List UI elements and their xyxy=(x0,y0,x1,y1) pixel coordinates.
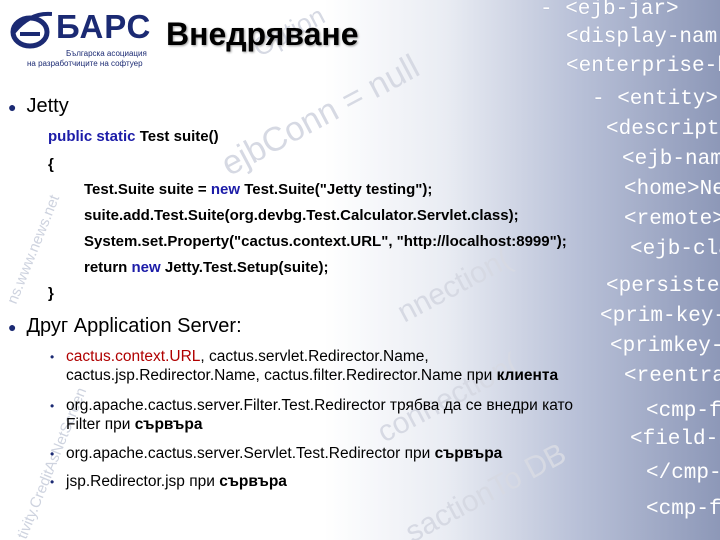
sub-text: jsp.Redirector.jsp xyxy=(66,473,185,490)
code-line: Test.Suite suite = new Test.Suite("Jetty… xyxy=(84,181,432,198)
bars-logo: БАРС Българска асоциация на разработчици… xyxy=(8,6,153,68)
bars-logo-icon xyxy=(10,11,52,49)
watermark-tag: <description xyxy=(606,118,720,141)
watermark-tag: - <entity> xyxy=(592,88,719,111)
sub-bold-text: клиента xyxy=(496,367,559,384)
code-line: } xyxy=(48,285,54,302)
sub-text: cactus.jsp.Redirector.Name, cactus.filte… xyxy=(66,367,497,384)
code-line: { xyxy=(48,156,54,173)
sub-bold-text: сървъра xyxy=(134,416,203,433)
code-text: Test.Suite suite = xyxy=(84,181,211,198)
bullet-dot-icon: • xyxy=(50,399,55,413)
watermark-tag: <field-nar xyxy=(630,428,720,451)
code-text: return xyxy=(84,259,132,276)
watermark-tag: <persistence xyxy=(606,275,720,298)
code-text: Jetty.Test.Setup(suite); xyxy=(160,259,329,276)
logo-wordmark: БАРС xyxy=(56,8,152,45)
watermark-tag: <enterprise-b xyxy=(566,55,720,78)
code-line: suite.add.Test.Suite(org.devbg.Test.Calc… xyxy=(84,207,519,224)
code-text: Test.Suite("Jetty testing"); xyxy=(240,181,433,198)
watermark-tag: <cmp-field xyxy=(646,498,720,521)
bullet-dot-icon: • xyxy=(50,475,55,489)
code-text: Test suite() xyxy=(135,128,219,145)
sub-text: , cactus.servlet.Redirector.Name, xyxy=(200,348,429,365)
logo-tagline: на разработчиците на софтуер xyxy=(27,59,143,68)
bullet-label: Друг Application Server: xyxy=(26,315,242,337)
sub-bold-text: сървъра xyxy=(434,445,503,462)
watermark-tag: <home>Ne xyxy=(624,178,720,201)
watermark-tag: <remote> xyxy=(624,208,720,231)
watermark-diag: ejbConn = null xyxy=(215,47,426,184)
sub-text: Filter при xyxy=(66,416,135,433)
code-line: public static Test suite() xyxy=(48,128,219,145)
bullet-dot-icon: ● xyxy=(8,318,17,335)
bullet-dot-icon: • xyxy=(50,447,55,461)
bullet-label: Jetty xyxy=(26,95,69,117)
sub-bold-text: сървъра xyxy=(219,473,287,490)
watermark-tag: <ejb-name xyxy=(622,148,720,171)
watermark-tag: <cmp-fiel xyxy=(646,400,720,423)
watermark-tag: <prim-key-c xyxy=(600,305,720,328)
watermark-diag: nnection( xyxy=(392,242,517,330)
code-keyword: public static xyxy=(48,128,136,145)
watermark-tag: <display-nam xyxy=(566,26,718,49)
code-keyword: new xyxy=(131,259,161,276)
sub-red-text: cactus.context.URL xyxy=(66,348,201,365)
sub-text: org.apache.cactus.server.Filter.Test.Red… xyxy=(66,397,574,414)
bullet-dot-icon: • xyxy=(50,350,55,364)
sub-text: org.apache.cactus.server.Servlet.Test.Re… xyxy=(66,445,401,462)
bullet-other-server: ● Друг Application Server: xyxy=(8,315,242,338)
bullet-jetty: ● Jetty xyxy=(8,95,69,118)
bullet-dot-icon: ● xyxy=(8,98,17,115)
watermark-tag: <reentran xyxy=(624,365,720,388)
slide: - <ejb-jar> <display-nam <enterprise-b -… xyxy=(0,0,720,540)
code-line: System.set.Property("cactus.context.URL"… xyxy=(84,233,567,250)
watermark-tag: </cmp-field xyxy=(646,462,720,485)
slide-title: Внедряване xyxy=(166,16,359,52)
watermark-tag: <ejb-clas xyxy=(630,238,720,261)
logo-tagline: Българска асоциация xyxy=(66,49,147,58)
code-line: return new Jetty.Test.Setup(suite); xyxy=(84,259,329,276)
watermark-tag: <primkey-f xyxy=(610,335,720,358)
watermark-tag: - <ejb-jar> xyxy=(540,0,679,21)
watermark-left: ns.www.news.net xyxy=(4,192,64,307)
sub-text: при xyxy=(400,445,435,462)
sub-text: при xyxy=(184,473,220,490)
code-keyword: new xyxy=(210,181,241,198)
